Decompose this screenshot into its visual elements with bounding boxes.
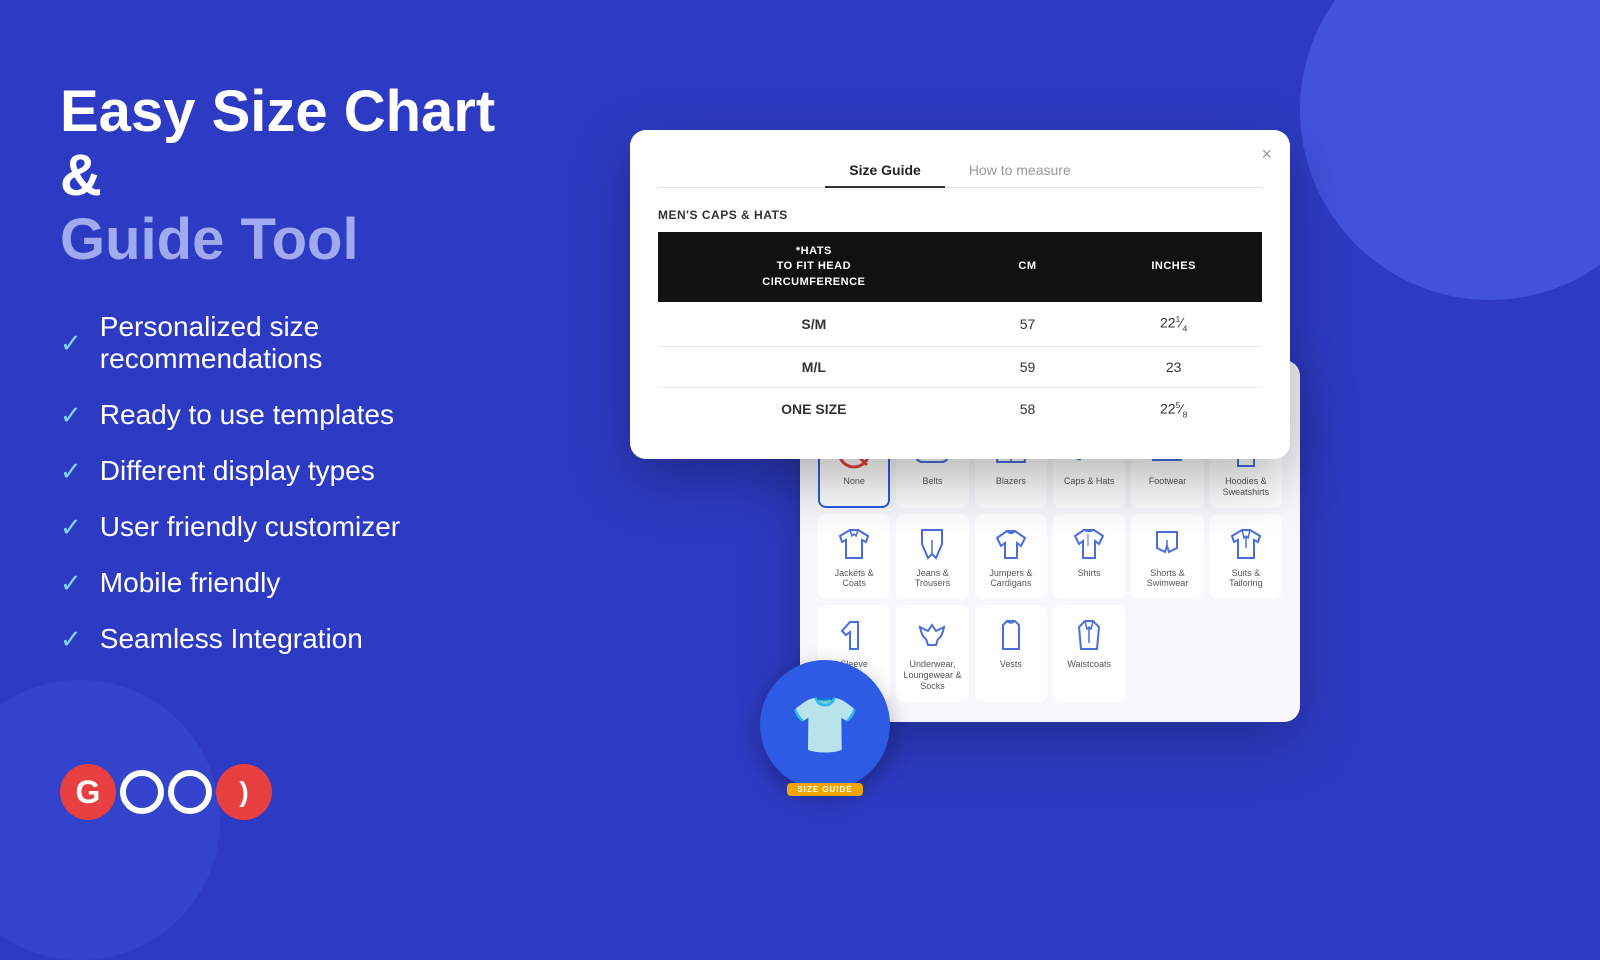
table-header-hat: *HATSTO FIT HEADCIRCUMFERENCE <box>658 232 970 302</box>
suits-icon <box>1226 524 1266 564</box>
table-header-inches: INCHES <box>1085 232 1262 302</box>
category-label-blazers: Blazers <box>996 476 1026 487</box>
shorts-icon <box>1147 524 1187 564</box>
right-panel: × Size Guide How to measure MEN'S CAPS &… <box>550 0 1600 900</box>
feature-text-6: Seamless Integration <box>100 623 363 655</box>
feature-text-1: Personalized size recommendations <box>100 311 520 375</box>
category-label-shirts: Shirts <box>1078 568 1101 579</box>
tshirt-icon: 👕 <box>790 692 860 758</box>
category-label-jeans: Jeans & Trousers <box>902 568 962 590</box>
modal-close-button[interactable]: × <box>1261 144 1272 165</box>
jumpers-icon <box>991 524 1031 564</box>
category-label-suits: Suits & Tailoring <box>1216 568 1276 590</box>
logo-o-letter: ) <box>216 764 272 820</box>
cm-ml: 59 <box>970 346 1086 387</box>
category-label-belts: Belts <box>922 476 942 487</box>
inches-sm: 221⁄4 <box>1085 302 1262 346</box>
table-row-3: ONE SIZE 58 225⁄8 <box>658 387 1262 431</box>
category-label-waistcoats: Waistcoats <box>1067 659 1111 670</box>
category-jackets[interactable]: Jackets & Coats <box>818 514 890 600</box>
feature-item-1: ✓ Personalized size recommendations <box>60 311 520 375</box>
category-vests[interactable]: Vests <box>975 605 1047 701</box>
feature-text-3: Different display types <box>100 455 375 487</box>
table-row-1: S/M 57 221⁄4 <box>658 302 1262 346</box>
tshirt-banner: SIZE GUIDE <box>787 783 862 796</box>
left-panel: Easy Size Chart & Guide Tool ✓ Personali… <box>0 0 580 900</box>
feature-item-6: ✓ Seamless Integration <box>60 623 520 655</box>
jackets-icon <box>834 524 874 564</box>
feature-text-4: User friendly customizer <box>100 511 400 543</box>
inches-onesize: 225⁄8 <box>1085 387 1262 431</box>
category-label-footwear: Footwear <box>1149 476 1187 487</box>
size-sm: S/M <box>658 302 970 346</box>
logo: G ) <box>60 764 272 820</box>
table-section-title: MEN'S CAPS & HATS <box>658 208 1262 222</box>
feature-item-5: ✓ Mobile friendly <box>60 567 520 599</box>
category-jumpers[interactable]: Jumpers & Cardigans <box>975 514 1047 600</box>
jeans-icon <box>912 524 952 564</box>
cm-sm: 57 <box>970 302 1086 346</box>
check-icon-1: ✓ <box>60 328 82 359</box>
category-jeans[interactable]: Jeans & Trousers <box>896 514 968 600</box>
category-label-vests: Vests <box>1000 659 1022 670</box>
size-onesize: ONE SIZE <box>658 387 970 431</box>
category-label-shorts: Shorts & Swimwear <box>1137 568 1197 590</box>
title-line2: Guide Tool <box>60 207 359 272</box>
check-icon-2: ✓ <box>60 400 82 431</box>
table-header-cm: CM <box>970 232 1086 302</box>
category-underwear[interactable]: Underwear, Loungewear & Socks <box>896 605 968 701</box>
logo-area: G ) <box>60 764 520 820</box>
category-waistcoats[interactable]: Waistcoats <box>1053 605 1125 701</box>
features-list: ✓ Personalized size recommendations ✓ Re… <box>60 311 520 655</box>
category-label-caps: Caps & Hats <box>1064 476 1115 487</box>
category-shorts[interactable]: Shorts & Swimwear <box>1131 514 1203 600</box>
tab-size-guide[interactable]: Size Guide <box>825 154 945 188</box>
inches-ml: 23 <box>1085 346 1262 387</box>
feature-item-4: ✓ User friendly customizer <box>60 511 520 543</box>
category-suits[interactable]: Suits & Tailoring <box>1210 514 1282 600</box>
category-label-underwear: Underwear, Loungewear & Socks <box>902 659 962 691</box>
feature-text-2: Ready to use templates <box>100 399 394 431</box>
category-grid: None Belts <box>818 422 1282 702</box>
logo-g-letter: G <box>60 764 116 820</box>
category-shirts[interactable]: Shirts <box>1053 514 1125 600</box>
size-table: *HATSTO FIT HEADCIRCUMFERENCE CM INCHES … <box>658 232 1262 431</box>
main-title: Easy Size Chart & Guide Tool <box>60 80 520 271</box>
feature-text-5: Mobile friendly <box>100 567 281 599</box>
check-icon-3: ✓ <box>60 456 82 487</box>
shirts-icon <box>1069 524 1109 564</box>
size-ml: M/L <box>658 346 970 387</box>
feature-item-3: ✓ Different display types <box>60 455 520 487</box>
category-label-jumpers: Jumpers & Cardigans <box>981 568 1041 590</box>
check-icon-4: ✓ <box>60 512 82 543</box>
vests-icon <box>991 615 1031 655</box>
tshirt-circle: 👕 SIZE GUIDE <box>760 660 890 790</box>
table-row-2: M/L 59 23 <box>658 346 1262 387</box>
size-guide-modal: × Size Guide How to measure MEN'S CAPS &… <box>630 130 1290 459</box>
sleeve-icon <box>834 615 874 655</box>
category-label-hoodies: Hoodies & Sweatshirts <box>1216 476 1276 498</box>
check-icon-5: ✓ <box>60 568 82 599</box>
category-label-none: None <box>843 476 865 487</box>
logo-circle-2 <box>168 770 212 814</box>
category-label-jackets: Jackets & Coats <box>824 568 884 590</box>
feature-item-2: ✓ Ready to use templates <box>60 399 520 431</box>
logo-circle-1 <box>120 770 164 814</box>
title-line1: Easy Size Chart & <box>60 79 495 208</box>
cm-onesize: 58 <box>970 387 1086 431</box>
modal-tabs: Size Guide How to measure <box>658 154 1262 188</box>
waistcoats-icon <box>1069 615 1109 655</box>
check-icon-6: ✓ <box>60 624 82 655</box>
tab-how-to-measure[interactable]: How to measure <box>945 154 1095 188</box>
underwear-icon <box>912 615 952 655</box>
